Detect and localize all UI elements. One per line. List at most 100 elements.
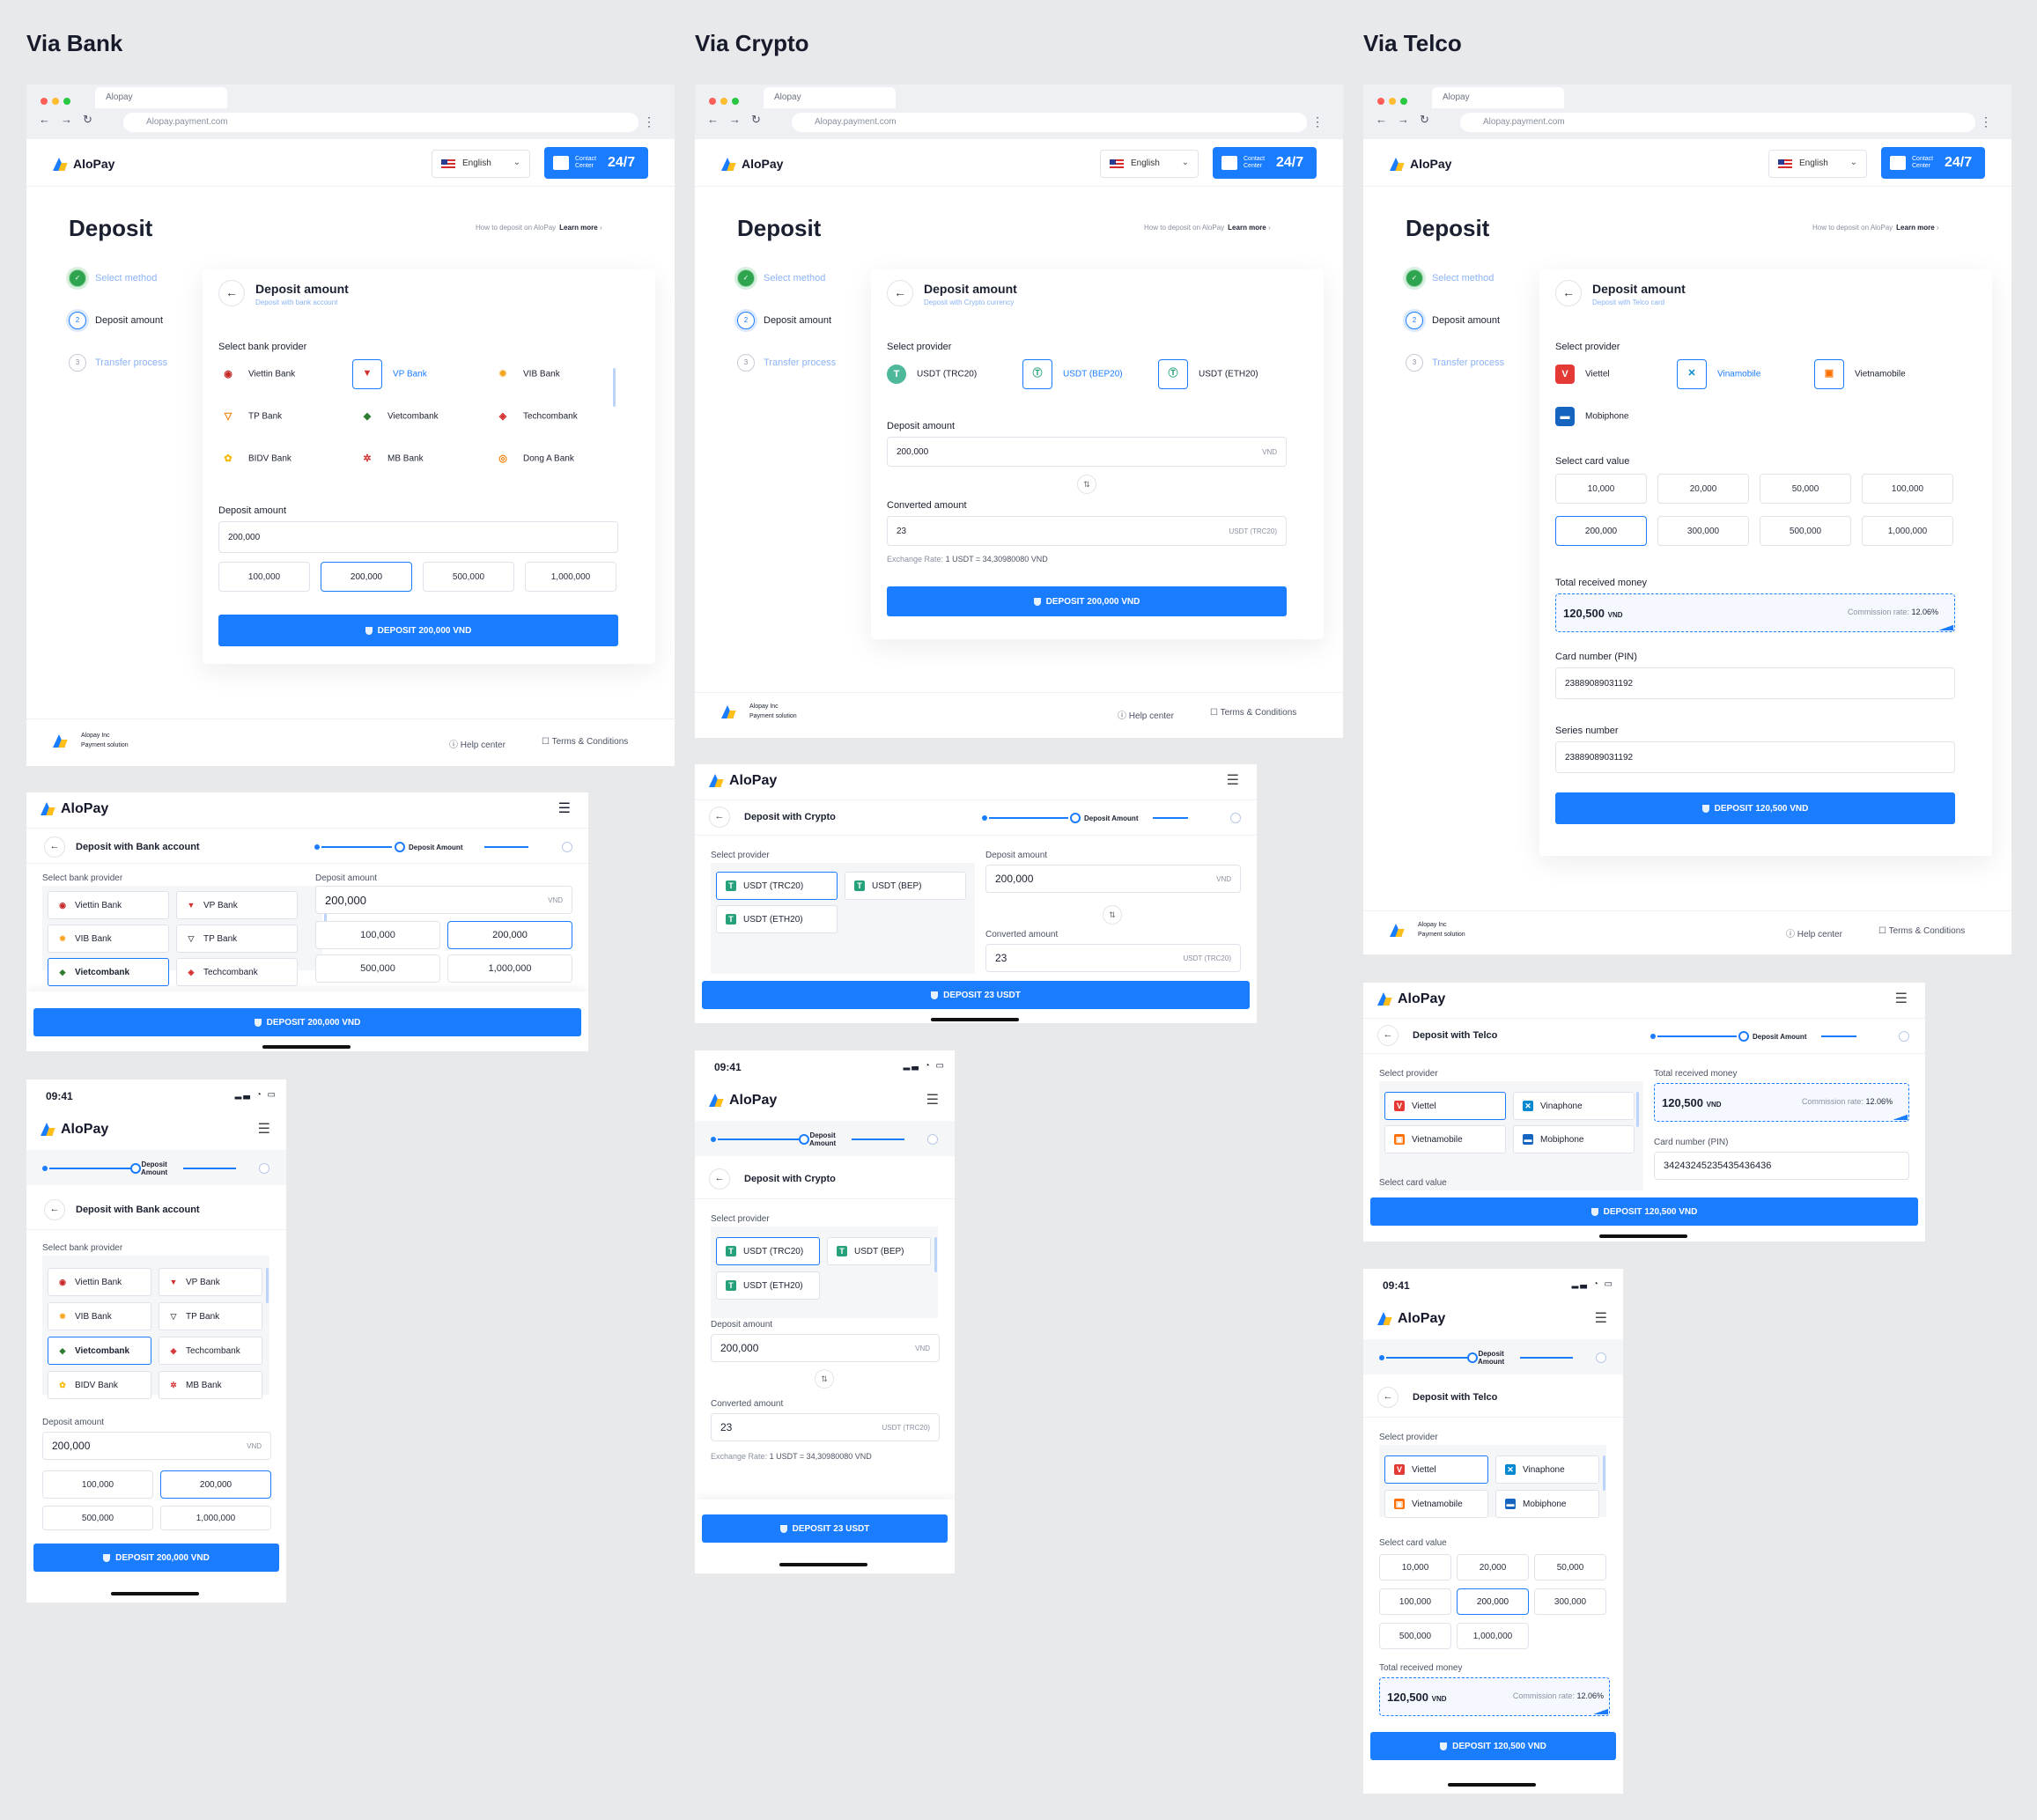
provider-vpbank[interactable]: ▼ VP Bank	[352, 359, 427, 389]
series-input[interactable]: 23889089031192	[1555, 741, 1955, 773]
provider-vinamobile[interactable]: ✕ Vinamobile	[1677, 359, 1760, 389]
provider-mbbank[interactable]: ✲ MB Bank	[159, 1371, 262, 1399]
provider-usdt-trc20[interactable]: T USDT (TRC20)	[716, 872, 838, 900]
provider-vib[interactable]: ✹ VIB Bank	[48, 925, 169, 953]
brand-logo[interactable]: AloPay	[1390, 157, 1451, 171]
contact-center-button[interactable]: Contact Center 24/7	[1881, 147, 1985, 179]
preset-200000[interactable]: 200,000	[321, 562, 412, 592]
provider-vietcombank[interactable]: ◆ Vietcombank	[358, 407, 439, 426]
preset-100000[interactable]: 100,000	[42, 1470, 153, 1499]
preset-100000[interactable]: 100,000	[315, 921, 440, 949]
deposit-button[interactable]: DEPOSIT 120,500 VND	[1555, 792, 1955, 824]
provider-techcombank[interactable]: ◈ Techcombank	[176, 958, 298, 986]
nav-arrows-icon[interactable]: ←→↻	[707, 113, 771, 127]
provider-viettin[interactable]: ◉ Viettin Bank	[218, 365, 295, 384]
provider-tpbank[interactable]: ▽ TP Bank	[159, 1302, 262, 1330]
back-arrow-icon[interactable]: ←	[709, 807, 730, 828]
card-1000000[interactable]: 1,000,000	[1457, 1623, 1529, 1649]
swap-icon[interactable]: ⇅	[1077, 475, 1096, 494]
preset-1000000[interactable]: 1,000,000	[447, 954, 572, 983]
provider-usdt-eth20[interactable]: T USDT (ETH20)	[716, 905, 838, 933]
browser-tab[interactable]: Alopay	[1432, 87, 1564, 108]
provider-viettin[interactable]: ◉ Viettin Bank	[48, 1268, 151, 1296]
howto-link[interactable]: How to deposit on AloPay Learn more ›	[476, 224, 602, 232]
converted-input[interactable]: 23 USDT (TRC20)	[985, 944, 1241, 972]
hamburger-menu-icon[interactable]: ☰	[1895, 990, 1908, 1007]
card-200000[interactable]: 200,000	[1457, 1588, 1529, 1615]
back-arrow-icon[interactable]: ←	[709, 1168, 730, 1190]
brand-logo[interactable]: AloPay	[41, 1122, 108, 1138]
provider-tpbank[interactable]: ▽ TP Bank	[176, 925, 298, 953]
preset-200000[interactable]: 200,000	[447, 921, 572, 949]
provider-vinaphone[interactable]: ✕ Vinaphone	[1513, 1092, 1635, 1120]
amount-input[interactable]: 200,000 VND	[315, 886, 572, 914]
provider-techcombank[interactable]: ◈ Techcombank	[159, 1337, 262, 1365]
amount-input[interactable]: 200,000 VND	[711, 1334, 940, 1362]
browser-tab[interactable]: Alopay	[764, 87, 896, 108]
amount-input[interactable]: 200,000 VND	[985, 865, 1241, 893]
converted-input[interactable]: 23 USDT (TRC20)	[711, 1413, 940, 1441]
hamburger-menu-icon[interactable]: ☰	[1227, 771, 1239, 789]
provider-mobiphone[interactable]: ▬ Mobiphone	[1495, 1490, 1599, 1518]
provider-usdt-eth20[interactable]: Ⓣ USDT (ETH20)	[1158, 359, 1258, 389]
provider-vpbank[interactable]: ▼ VP Bank	[176, 891, 298, 919]
back-arrow-icon[interactable]: ←	[887, 280, 913, 306]
card-300000[interactable]: 300,000	[1657, 516, 1749, 546]
preset-500000[interactable]: 500,000	[423, 562, 514, 592]
provider-usdt-bep[interactable]: T USDT (BEP)	[845, 872, 966, 900]
provider-mobiphone[interactable]: ▬ Mobiphone	[1555, 407, 1628, 426]
help-center-link[interactable]: ⓘ Help center	[1786, 926, 1842, 939]
card-300000[interactable]: 300,000	[1534, 1588, 1606, 1615]
preset-200000[interactable]: 200,000	[160, 1470, 271, 1499]
provider-viettin[interactable]: ◉ Viettin Bank	[48, 891, 169, 919]
window-controls[interactable]	[709, 93, 743, 109]
brand-logo[interactable]: AloPay	[1377, 991, 1445, 1007]
howto-link[interactable]: How to deposit on AloPay Learn more ›	[1812, 224, 1939, 232]
back-arrow-icon[interactable]: ←	[44, 1199, 65, 1220]
provider-vietcombank[interactable]: ◆ Vietcombank	[48, 958, 169, 986]
brand-logo[interactable]: AloPay	[709, 773, 777, 789]
amount-input[interactable]: 200,000 VND	[887, 437, 1287, 467]
deposit-button[interactable]: DEPOSIT 200,000 VND	[33, 1544, 279, 1572]
language-select[interactable]: English ⌄	[432, 150, 530, 178]
howto-link[interactable]: How to deposit on AloPay Learn more ›	[1144, 224, 1271, 232]
provider-mobiphone[interactable]: ▬ Mobiphone	[1513, 1125, 1635, 1153]
card-200000[interactable]: 200,000	[1555, 516, 1647, 546]
language-select[interactable]: English ⌄	[1768, 150, 1867, 178]
amount-input[interactable]: 200,000	[218, 521, 618, 553]
converted-input[interactable]: 23 USDT (TRC20)	[887, 516, 1287, 546]
provider-vinaphone[interactable]: ✕ Vinaphone	[1495, 1455, 1599, 1484]
contact-center-button[interactable]: Contact Center 24/7	[1213, 147, 1317, 179]
provider-tpbank[interactable]: ▽ TP Bank	[218, 407, 282, 426]
nav-arrows-icon[interactable]: ←→↻	[1376, 113, 1440, 127]
hamburger-menu-icon[interactable]: ☰	[926, 1091, 939, 1109]
hamburger-menu-icon[interactable]: ☰	[258, 1120, 270, 1138]
back-arrow-icon[interactable]: ←	[1377, 1025, 1399, 1046]
card-20000[interactable]: 20,000	[1457, 1554, 1529, 1581]
card-10000[interactable]: 10,000	[1379, 1554, 1451, 1581]
preset-500000[interactable]: 500,000	[42, 1506, 153, 1530]
provider-mbbank[interactable]: ✲ MB Bank	[358, 449, 423, 468]
brand-logo[interactable]: AloPay	[721, 157, 783, 171]
window-controls[interactable]	[1377, 93, 1412, 109]
deposit-button[interactable]: DEPOSIT 120,500 VND	[1370, 1197, 1918, 1226]
help-center-link[interactable]: ⓘ Help center	[449, 737, 506, 750]
url-bar[interactable]: Alopay.payment.com	[1460, 113, 1975, 132]
hamburger-menu-icon[interactable]: ☰	[1595, 1309, 1607, 1327]
brand-logo[interactable]: AloPay	[1377, 1311, 1445, 1327]
provider-techcombank[interactable]: ◈ Techcombank	[493, 407, 578, 426]
language-select[interactable]: English ⌄	[1100, 150, 1199, 178]
provider-usdt-trc20[interactable]: T USDT (TRC20)	[716, 1237, 820, 1265]
back-arrow-icon[interactable]: ←	[44, 836, 65, 858]
provider-usdt-eth20[interactable]: T USDT (ETH20)	[716, 1271, 820, 1300]
nav-arrows-icon[interactable]: ←→↻	[39, 113, 103, 127]
url-bar[interactable]: Alopay.payment.com	[123, 113, 638, 132]
card-10000[interactable]: 10,000	[1555, 474, 1647, 504]
provider-vietnamobile[interactable]: ▣ Vietnamobile	[1384, 1125, 1506, 1153]
kebab-menu-icon[interactable]: ⋮	[1980, 114, 1992, 129]
back-arrow-icon[interactable]: ←	[218, 280, 245, 306]
provider-viettel[interactable]: V Viettel	[1384, 1092, 1506, 1120]
deposit-button[interactable]: DEPOSIT 120,500 VND	[1370, 1732, 1616, 1760]
hamburger-menu-icon[interactable]: ☰	[558, 799, 571, 817]
card-100000[interactable]: 100,000	[1379, 1588, 1451, 1615]
